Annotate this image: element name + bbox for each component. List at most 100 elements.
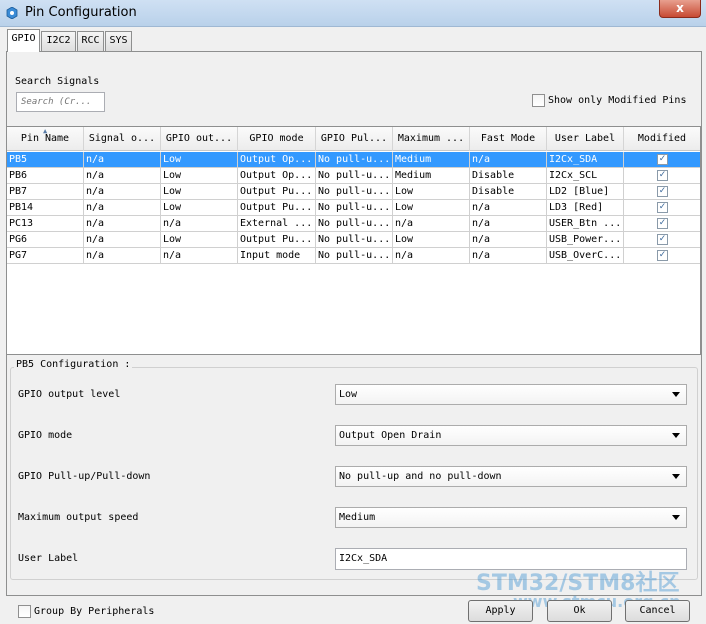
cell-max: Low	[393, 184, 470, 199]
search-input[interactable]	[16, 92, 105, 112]
cell-max: Medium	[393, 152, 470, 167]
chevron-down-icon	[672, 474, 680, 479]
show-modified-label: Show only Modified Pins	[548, 95, 687, 106]
cell-mode: Output Op...	[238, 168, 316, 183]
modified-checkbox[interactable]: ✓	[657, 250, 668, 261]
modified-checkbox[interactable]: ✓	[657, 170, 668, 181]
cell-out: Low	[161, 232, 238, 247]
cell-fast: n/a	[470, 232, 547, 247]
modified-checkbox[interactable]: ✓	[657, 234, 668, 245]
cell-out: Low	[161, 152, 238, 167]
group-by-peripherals-label: Group By Peripherals	[34, 606, 155, 617]
col-user-label[interactable]: User Label	[547, 127, 624, 151]
cell-max: n/a	[393, 216, 470, 231]
table-row[interactable]: PB14 n/a Low Output Pu... No pull-u... Low n/a…	[7, 200, 700, 216]
col-pin-name[interactable]: Pin Name	[7, 127, 84, 151]
col-signal[interactable]: Signal o...	[84, 127, 161, 151]
config-title: PB5 Configuration :	[14, 359, 133, 370]
cell-pull: No pull-u...	[316, 152, 393, 167]
table-row[interactable]: PG6 n/a Low Output Pu... No pull-u... Low n/a U…	[7, 232, 700, 248]
cell-signal: n/a	[84, 216, 161, 231]
col-gpio-output[interactable]: GPIO out...	[161, 127, 238, 151]
tab-gpio[interactable]: GPIO	[7, 29, 40, 52]
col-modified[interactable]: Modified	[624, 127, 700, 151]
tab-rcc[interactable]: RCC	[77, 31, 104, 51]
checkmark-icon: ✓	[658, 186, 667, 196]
gpio-output-level-label: GPIO output level	[18, 389, 121, 400]
cell-pin: PB6	[7, 168, 84, 183]
cell-fast: n/a	[470, 248, 547, 263]
cell-out: Low	[161, 168, 238, 183]
cell-out: n/a	[161, 216, 238, 231]
table-row[interactable]: PB5 n/a Low Output Op... No pull-u... Medium n…	[7, 152, 700, 168]
cell-pin: PB14	[7, 200, 84, 215]
table-row[interactable]: PC13 n/a n/a External ... No pull-u... n/a n/a…	[7, 216, 700, 232]
cell-pin: PB7	[7, 184, 84, 199]
close-button[interactable]: x	[659, 0, 701, 18]
max-output-speed-value: Medium	[339, 512, 376, 523]
checkmark-icon: ✓	[658, 202, 667, 212]
cell-max: Low	[393, 200, 470, 215]
cell-pin: PG7	[7, 248, 84, 263]
chevron-down-icon	[672, 392, 680, 397]
table-row[interactable]: PG7 n/a n/a Input mode No pull-u... n/a n/a USB…	[7, 248, 700, 264]
modified-checkbox[interactable]: ✓	[657, 186, 668, 197]
cell-pin: PG6	[7, 232, 84, 247]
app-icon	[6, 7, 18, 19]
chevron-down-icon	[672, 515, 680, 520]
col-gpio-pull[interactable]: GPIO Pul...	[316, 127, 393, 151]
cell-label: USB_OverC...	[547, 248, 624, 263]
cell-pull: No pull-u...	[316, 184, 393, 199]
cell-label: USB_Power...	[547, 232, 624, 247]
show-modified-checkbox[interactable]	[532, 94, 545, 107]
table-header: ▲ Pin Name Signal o... GPIO out... GPIO …	[7, 127, 700, 151]
gpio-mode-select[interactable]: Output Open Drain	[335, 425, 687, 446]
col-fast-mode[interactable]: Fast Mode	[470, 127, 547, 151]
cell-max: Low	[393, 232, 470, 247]
gpio-output-level-value: Low	[339, 389, 358, 400]
cell-fast: n/a	[470, 152, 547, 167]
gpio-mode-label: GPIO mode	[18, 430, 73, 441]
modified-checkbox[interactable]: ✓	[657, 154, 668, 165]
group-by-peripherals-checkbox[interactable]	[18, 605, 31, 618]
gpio-output-level-select[interactable]: Low	[335, 384, 687, 405]
table-row[interactable]: PB6 n/a Low Output Op... No pull-u... Medium D…	[7, 168, 700, 184]
search-signals-label: Search Signals	[15, 76, 100, 87]
gpio-pull-label: GPIO Pull-up/Pull-down	[18, 471, 151, 482]
cancel-button[interactable]: Cancel	[625, 600, 690, 622]
tab-i2c2[interactable]: I2C2	[41, 31, 76, 51]
cell-out: Low	[161, 200, 238, 215]
cell-label: LD2 [Blue]	[547, 184, 624, 199]
gpio-pull-select[interactable]: No pull-up and no pull-down	[335, 466, 687, 487]
cell-pull: No pull-u...	[316, 232, 393, 247]
max-output-speed-select[interactable]: Medium	[335, 507, 687, 528]
cell-pull: No pull-u...	[316, 248, 393, 263]
title-bar: Pin Configuration x	[0, 0, 706, 27]
cell-pull: No pull-u...	[316, 168, 393, 183]
cell-label: LD3 [Red]	[547, 200, 624, 215]
pin-table: ▲ Pin Name Signal o... GPIO out... GPIO …	[6, 126, 701, 355]
checkmark-icon: ✓	[658, 234, 667, 244]
cell-mode: Output Pu...	[238, 232, 316, 247]
table-row[interactable]: PB7 n/a Low Output Pu... No pull-u... Low Disa…	[7, 184, 700, 200]
cell-fast: n/a	[470, 200, 547, 215]
apply-button[interactable]: Apply	[468, 600, 533, 622]
cell-max: n/a	[393, 248, 470, 263]
ok-button[interactable]: Ok	[547, 600, 612, 622]
modified-checkbox[interactable]: ✓	[657, 202, 668, 213]
cell-signal: n/a	[84, 168, 161, 183]
cell-mode: Output Pu...	[238, 200, 316, 215]
checkmark-icon: ✓	[658, 170, 667, 180]
modified-checkbox[interactable]: ✓	[657, 218, 668, 229]
col-maximum[interactable]: Maximum ...	[393, 127, 470, 151]
cell-fast: Disable	[470, 168, 547, 183]
cell-out: Low	[161, 184, 238, 199]
col-gpio-mode[interactable]: GPIO mode	[238, 127, 316, 151]
cell-signal: n/a	[84, 184, 161, 199]
user-label-label: User Label	[18, 553, 79, 564]
tab-sys[interactable]: SYS	[105, 31, 132, 51]
cell-label: USER_Btn ...	[547, 216, 624, 231]
cell-fast: Disable	[470, 184, 547, 199]
chevron-down-icon	[672, 433, 680, 438]
cell-pull: No pull-u...	[316, 200, 393, 215]
